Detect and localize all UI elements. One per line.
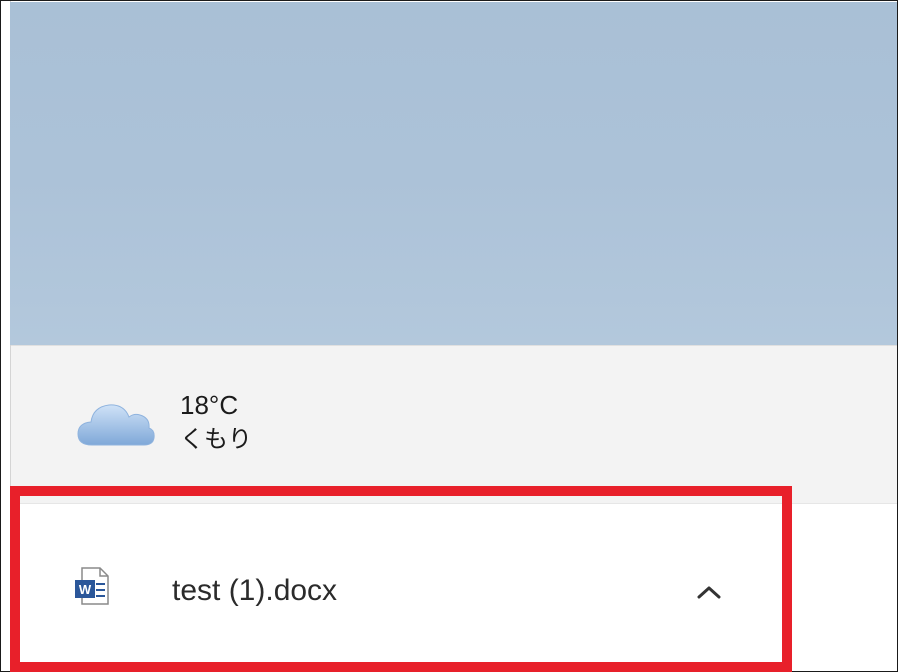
download-item[interactable]: W test (1).docx [20,496,782,662]
desktop-background [10,2,897,345]
cloud-icon [76,393,156,453]
svg-text:W: W [79,582,92,597]
word-document-icon: W [74,566,110,606]
weather-text: 18°C くもり [180,390,252,456]
temperature-label: 18°C [180,390,239,420]
file-name[interactable]: test (1).docx [172,574,337,608]
chevron-up-icon[interactable] [694,582,724,602]
condition-label: くもり [180,425,252,453]
weather-widget[interactable]: 18°C くもり [76,390,252,456]
